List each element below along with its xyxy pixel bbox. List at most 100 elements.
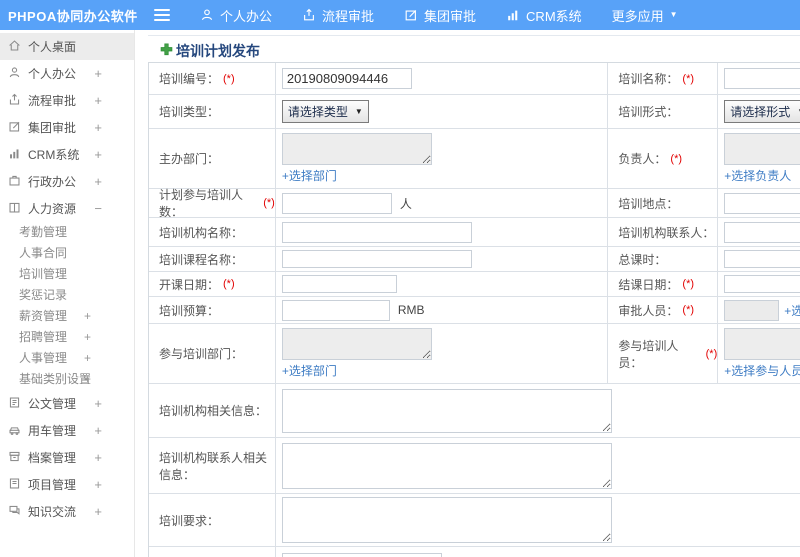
institution-contact-info-textarea[interactable] (281, 442, 612, 489)
label-training-form: 培训形式： (608, 95, 719, 128)
course-name-input[interactable] (281, 250, 472, 268)
panel-divider (148, 35, 800, 36)
edit-icon (404, 8, 418, 22)
sidebar-item-archives[interactable]: 档案管理 + (0, 444, 134, 471)
label-end-date: 结课日期： (*) (608, 272, 719, 296)
participating-personnel-textarea[interactable] (724, 328, 800, 360)
training-type-select[interactable]: 请选择类型 ▼ (281, 100, 369, 123)
user-icon (8, 66, 21, 82)
select-approver-link[interactable]: +选择审批人员 (784, 302, 800, 319)
select-person-in-charge-link[interactable]: +选择负责人 (724, 167, 791, 184)
institution-name-input[interactable] (281, 221, 472, 243)
sidebar-item-official-docs[interactable]: 公文管理 + (0, 390, 134, 417)
label-approver: 审批人员： (*) (608, 297, 719, 323)
approver-input[interactable] (724, 299, 780, 321)
label-start-date: 开课日期： (*) (149, 272, 276, 296)
expand-plus[interactable]: + (84, 348, 91, 369)
expand-plus[interactable]: + (94, 174, 102, 189)
briefcase-icon (8, 174, 21, 190)
institution-contact-input[interactable] (724, 221, 800, 243)
label-course-name: 培训课程名称： (149, 247, 276, 271)
topnav-crm[interactable]: CRM系统 (506, 6, 582, 25)
label-training-type: 培训类型： (149, 95, 276, 128)
sidebar: 个人桌面 个人办公 + 流程审批 + 集团审批 + CRM系统 + 行政办公 +… (0, 30, 135, 557)
select-department-link[interactable]: +选择部门 (282, 167, 337, 184)
sidebar-item-personal-desktop[interactable]: 个人桌面 (0, 33, 134, 60)
total-hours-input[interactable] (724, 250, 800, 268)
sidebar-item-admin-office[interactable]: 行政办公 + (0, 168, 134, 195)
sidebar-item-workflow-approval[interactable]: 流程审批 + (0, 87, 134, 114)
hamburger-menu-icon[interactable] (154, 9, 170, 21)
participating-departments-textarea[interactable] (281, 328, 432, 360)
sidebar-subitem-attendance[interactable]: 考勤管理 (0, 222, 134, 243)
label-attachment: 附件文档： (149, 547, 276, 557)
expand-plus[interactable]: + (94, 477, 102, 492)
sidebar-item-projects[interactable]: 项目管理 + (0, 471, 134, 498)
page-title: 培训计划发布 (176, 43, 260, 59)
training-budget-input[interactable] (281, 299, 390, 321)
expand-plus[interactable]: + (84, 369, 91, 390)
document-icon (8, 396, 21, 412)
upload-icon (302, 8, 316, 22)
sidebar-subitem-training[interactable]: 培训管理 (0, 264, 134, 285)
select-participants-link[interactable]: +选择参与人员 (724, 362, 800, 379)
plus-icon (160, 43, 173, 59)
edit-icon (8, 120, 21, 136)
sidebar-item-vehicle[interactable]: 用车管理 + (0, 417, 134, 444)
expand-plus[interactable]: + (84, 327, 91, 348)
label-institution-contact-info: 培训机构联系人相关信息： (149, 438, 276, 493)
expand-plus[interactable]: + (84, 306, 91, 327)
institution-info-textarea[interactable] (281, 388, 612, 433)
sidebar-subitem-hr-contract[interactable]: 人事合同 (0, 243, 134, 264)
sidebar-item-personal-office[interactable]: 个人办公 + (0, 60, 134, 87)
expand-plus[interactable]: + (94, 504, 102, 519)
expand-plus[interactable]: + (94, 450, 102, 465)
training-form-select[interactable]: 请选择形式 ▼ (724, 100, 800, 123)
start-date-input[interactable] (281, 275, 397, 293)
planned-participants-input[interactable] (281, 192, 392, 214)
label-training-location: 培训地点： (608, 189, 719, 217)
caret-down-icon: ▼ (354, 106, 363, 116)
label-participating-departments: 参与培训部门： (149, 324, 276, 383)
topnav-workflow-approval[interactable]: 流程审批 (302, 6, 374, 25)
label-person-in-charge: 负责人： (*) (608, 129, 719, 188)
expand-plus[interactable]: + (94, 147, 102, 162)
expand-plus[interactable]: + (94, 120, 102, 135)
sidebar-item-crm[interactable]: CRM系统 + (0, 141, 134, 168)
book-icon (8, 201, 21, 217)
training-requirements-textarea[interactable] (281, 497, 612, 543)
training-no-input[interactable] (281, 68, 412, 89)
unit-person: 人 (399, 196, 412, 211)
attachment-input[interactable] (281, 553, 442, 557)
topnav-personal-office[interactable]: 个人办公 (200, 6, 272, 25)
sidebar-item-human-resources[interactable]: 人力资源 − (0, 195, 134, 222)
sidebar-subitem-personnel[interactable]: 人事管理 + (0, 348, 134, 369)
sidebar-subitem-recruitment[interactable]: 招聘管理 + (0, 327, 134, 348)
bar-chart-icon (506, 8, 520, 22)
expand-plus[interactable]: + (94, 396, 102, 411)
sidebar-item-knowledge[interactable]: 知识交流 + (0, 498, 134, 525)
sidebar-subitem-base-category[interactable]: 基础类别设置 + (0, 369, 134, 390)
host-department-textarea[interactable] (281, 133, 432, 165)
topnav-group-approval[interactable]: 集团审批 (404, 6, 476, 25)
expand-plus[interactable]: + (94, 423, 102, 438)
training-location-input[interactable] (724, 192, 800, 214)
clipboard-icon (8, 477, 21, 493)
topnav-more-apps[interactable]: 更多应用 ▼ (612, 6, 678, 25)
person-in-charge-textarea[interactable] (724, 133, 800, 165)
label-planned-participants: 计划参与培训人数： (*) (149, 188, 276, 219)
sidebar-subitem-salary[interactable]: 薪资管理 + (0, 306, 134, 327)
top-header: PHPOA协同办公软件 个人办公 流程审批 集团审批 CRM系统 更多应用 ▼ (0, 0, 800, 30)
main-content: 培训计划发布 培训编号：(*) 培训名称：(*) 培训类型： (136, 30, 800, 557)
expand-plus[interactable]: + (94, 93, 102, 108)
archive-icon (8, 450, 21, 466)
sidebar-item-group-approval[interactable]: 集团审批 + (0, 114, 134, 141)
collapse-minus[interactable]: − (94, 201, 102, 216)
training-name-input[interactable] (724, 68, 800, 89)
expand-plus[interactable]: + (94, 66, 102, 81)
end-date-input[interactable] (724, 275, 800, 293)
label-participating-personnel: 参与培训人员： (*) (608, 324, 719, 383)
select-department-link[interactable]: +选择部门 (282, 362, 337, 379)
label-training-requirements: 培训要求： (149, 494, 276, 546)
sidebar-subitem-rewards[interactable]: 奖惩记录 (0, 285, 134, 306)
